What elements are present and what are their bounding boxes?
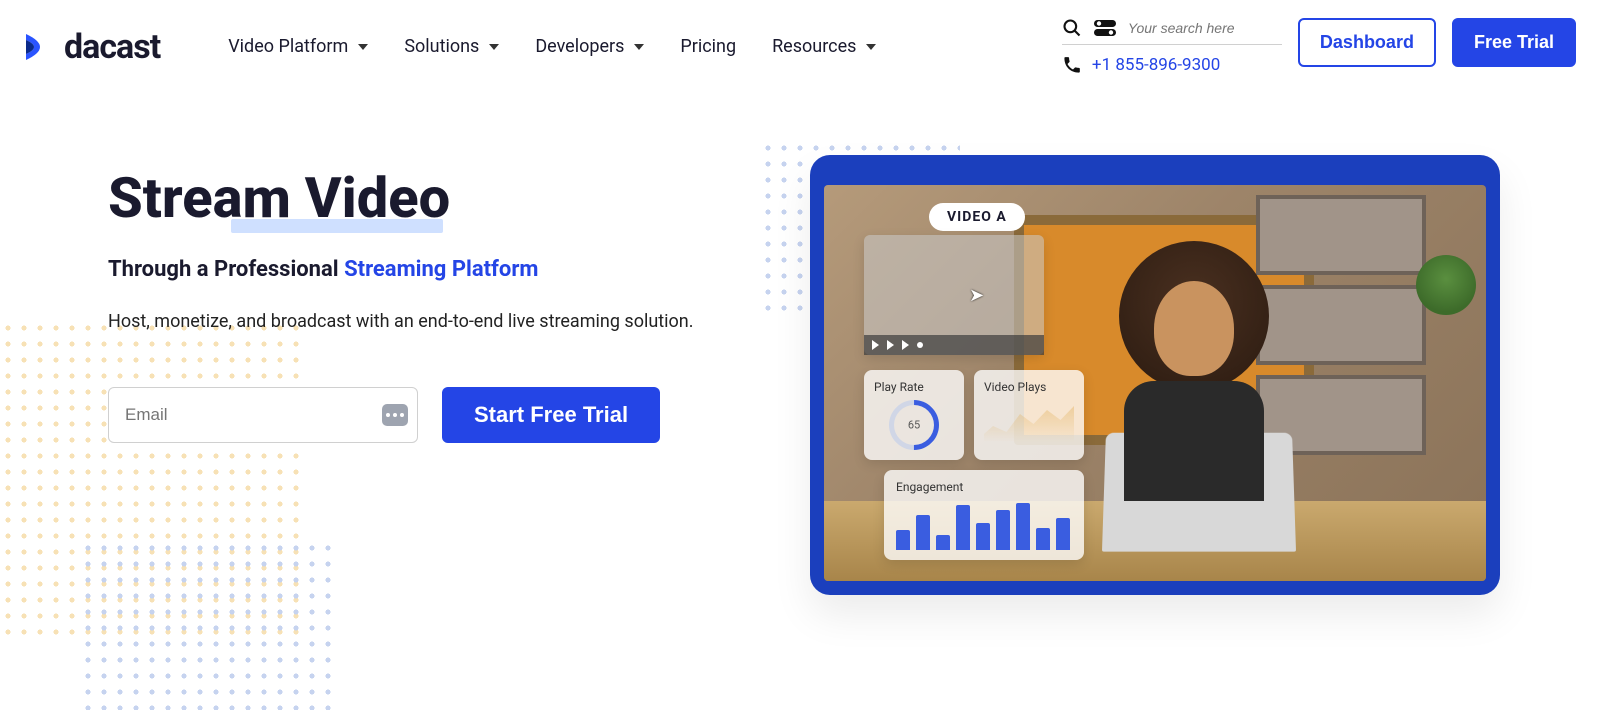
email-field[interactable] xyxy=(108,387,418,443)
brand-logo-mark-icon xyxy=(24,30,58,64)
next-icon xyxy=(902,340,909,350)
overlay-play-rate-value: 65 xyxy=(908,419,920,432)
nav-label: Resources xyxy=(772,36,856,57)
chevron-down-icon xyxy=(489,44,499,50)
nav-label: Video Platform xyxy=(228,36,348,57)
brand-logo[interactable]: dacast xyxy=(24,27,160,67)
phone-icon xyxy=(1062,55,1082,75)
hero-title: Stream Video xyxy=(108,165,450,231)
hero-subtitle-accent: Streaming Platform xyxy=(344,257,538,282)
header-right: +1 855-896-9300 Dashboard Free Trial xyxy=(1062,18,1576,75)
search-input[interactable] xyxy=(1128,20,1310,36)
nav-label: Developers xyxy=(535,36,624,57)
search-row xyxy=(1062,18,1282,45)
hero-video-card: VIDEO A ➤ Play Rate 65 xyxy=(810,155,1500,595)
nav-label: Pricing xyxy=(680,36,736,57)
chevron-down-icon xyxy=(866,44,876,50)
password-manager-icon[interactable] xyxy=(382,404,408,426)
settings-toggle-icon[interactable] xyxy=(1094,20,1116,36)
email-field-wrap xyxy=(108,387,418,443)
brand-name: dacast xyxy=(64,27,160,67)
overlay-video-label: VIDEO A xyxy=(929,203,1025,231)
dashboard-button[interactable]: Dashboard xyxy=(1298,18,1436,67)
hero-section: Stream Video Through a Professional Stre… xyxy=(0,75,1600,443)
overlay-play-rate-label: Play Rate xyxy=(874,380,954,394)
primary-nav: Video Platform Solutions Developers Pric… xyxy=(228,36,876,57)
search-icon[interactable] xyxy=(1062,18,1082,38)
overlay-engagement-card: Engagement xyxy=(884,470,1084,560)
hero-visual: VIDEO A ➤ Play Rate 65 xyxy=(808,165,1540,443)
overlay-video-plays-card: Video Plays xyxy=(974,370,1084,460)
nav-item-video-platform[interactable]: Video Platform xyxy=(228,36,368,57)
hero-video-scene: VIDEO A ➤ Play Rate 65 xyxy=(824,185,1486,581)
video-plays-sparkline-icon xyxy=(984,402,1074,442)
free-trial-button[interactable]: Free Trial xyxy=(1452,18,1576,67)
decorative-dots-blue-bottom xyxy=(80,540,340,710)
volume-icon xyxy=(917,342,923,348)
engagement-bars-icon xyxy=(896,500,1072,550)
chevron-down-icon xyxy=(634,44,644,50)
scene-plant xyxy=(1416,255,1476,315)
cursor-icon: ➤ xyxy=(969,285,984,306)
overlay-player-controls xyxy=(864,335,1044,355)
overlay-engagement-label: Engagement xyxy=(896,480,1072,494)
play-icon xyxy=(887,340,894,350)
nav-label: Solutions xyxy=(404,36,479,57)
overlay-video-plays-label: Video Plays xyxy=(984,380,1074,394)
hero-signup-form: Start Free Trial xyxy=(108,387,748,443)
hero-subtitle: Through a Professional Streaming Platfor… xyxy=(108,257,748,282)
site-header: dacast Video Platform Solutions Develope… xyxy=(0,0,1600,75)
search-and-phone-block: +1 855-896-9300 xyxy=(1062,18,1282,75)
nav-item-resources[interactable]: Resources xyxy=(772,36,876,57)
chevron-down-icon xyxy=(358,44,368,50)
overlay-mini-player xyxy=(864,235,1044,355)
play-rate-ring-icon: 65 xyxy=(879,390,950,461)
phone-row: +1 855-896-9300 xyxy=(1062,55,1282,75)
nav-item-pricing[interactable]: Pricing xyxy=(680,36,736,57)
hero-description: Host, monetize, and broadcast with an en… xyxy=(108,308,748,337)
nav-item-developers[interactable]: Developers xyxy=(535,36,644,57)
prev-icon xyxy=(872,340,879,350)
hero-subtitle-prefix: Through a Professional xyxy=(108,257,344,282)
phone-link[interactable]: +1 855-896-9300 xyxy=(1092,55,1220,75)
overlay-play-rate-card: Play Rate 65 xyxy=(864,370,964,460)
start-free-trial-button[interactable]: Start Free Trial xyxy=(442,387,660,443)
nav-item-solutions[interactable]: Solutions xyxy=(404,36,499,57)
scene-person xyxy=(1084,241,1304,501)
hero-copy: Stream Video Through a Professional Stre… xyxy=(108,165,748,443)
